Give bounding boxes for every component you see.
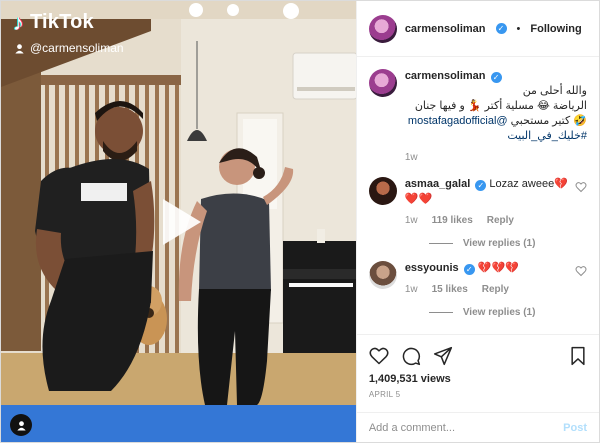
header-separator: •: [516, 22, 521, 35]
view-count[interactable]: 1,409,531 views: [369, 373, 587, 385]
verified-badge-icon: ✓: [495, 23, 507, 34]
user-icon: [15, 43, 24, 54]
caption-mention-link[interactable]: @mostafagadofficial: [408, 115, 508, 127]
view-replies-button[interactable]: View replies (1): [428, 238, 587, 249]
video-player[interactable]: ♪ TikTok @carmensoliman: [1, 1, 356, 442]
reply-button[interactable]: Reply: [487, 213, 514, 228]
caption-line-3: 🤣 كتير مستحبي @mostafagadofficial: [405, 114, 587, 129]
comment-likes[interactable]: 119 likes: [432, 213, 473, 228]
view-replies-divider: [428, 243, 453, 244]
caption-line-3-text: 🤣 كتير مستحبي: [510, 115, 587, 127]
comment-username[interactable]: essyounis: [405, 262, 459, 274]
post-button[interactable]: Post: [563, 422, 587, 434]
following-button[interactable]: Following: [530, 23, 581, 35]
comment-icon[interactable]: [401, 346, 421, 366]
view-replies-label: View replies (1): [462, 307, 536, 318]
view-replies-label: View replies (1): [462, 238, 536, 249]
caption: carmensoliman ✓ والله أحلى من الرياضة 😂 …: [368, 69, 587, 165]
post-date[interactable]: APRIL 5: [369, 390, 587, 399]
reply-button[interactable]: Reply: [482, 282, 509, 297]
comment-time[interactable]: 1w: [405, 213, 418, 228]
comment-time[interactable]: 1w: [405, 282, 418, 297]
caption-username[interactable]: carmensoliman: [405, 70, 486, 82]
tiktok-handle: @carmensoliman: [14, 41, 124, 55]
instagram-post-modal: ♪ TikTok @carmensoliman carmensoliman ✓: [0, 0, 600, 443]
comment-likes[interactable]: 15 likes: [432, 282, 468, 297]
comment-text-line-2: ❤️❤️: [404, 193, 433, 205]
play-icon[interactable]: [159, 197, 203, 247]
comment-composer: Post: [356, 412, 599, 442]
post-actions: 1,409,531 views APRIL 5: [356, 334, 599, 412]
verified-badge-icon: ✓: [490, 72, 502, 83]
caption-meta: 1w: [405, 150, 587, 165]
avatar[interactable]: [368, 69, 397, 97]
action-icons-row: [369, 341, 587, 371]
view-replies-divider: [428, 312, 453, 313]
caption-hashtag-link[interactable]: #خليك_في_البيت: [405, 129, 587, 144]
header-username[interactable]: carmensoliman: [405, 23, 486, 35]
avatar[interactable]: [368, 14, 397, 43]
post-header: carmensoliman ✓ • Following: [356, 1, 599, 57]
comments-list[interactable]: carmensoliman ✓ والله أحلى من الرياضة 😂 …: [357, 57, 599, 334]
share-icon[interactable]: [433, 346, 453, 366]
caption-line-1: والله أحلى من: [522, 85, 587, 97]
post-side-panel: carmensoliman ✓ • Following carmensolima…: [355, 1, 599, 442]
user-tags-button[interactable]: [10, 414, 32, 436]
bookmark-icon[interactable]: [569, 346, 587, 366]
comment-username[interactable]: asmaa_galal: [405, 178, 470, 190]
comment-item: asmaa_galal ✓ Lozaz aweee💔 ❤️❤️ 1w 119 l…: [368, 177, 587, 228]
comment-text: Lozaz aweee💔: [489, 178, 568, 190]
tiktok-note-icon: ♪: [13, 9, 24, 35]
tiktok-handle-text: @carmensoliman: [30, 41, 124, 55]
comment-text: 💔💔💔: [477, 262, 519, 274]
comment-meta: 1w 15 likes Reply: [405, 282, 587, 297]
comment-meta: 1w 119 likes Reply: [405, 213, 587, 228]
comment-item: essyounis ✓ 💔💔💔 1w 15 likes Reply: [368, 261, 587, 297]
caption-time[interactable]: 1w: [405, 150, 418, 165]
comment-like-heart-icon[interactable]: [575, 181, 587, 193]
verified-badge-icon: ✓: [475, 180, 487, 191]
tiktok-logo: ♪ TikTok: [13, 11, 94, 34]
comment-like-heart-icon[interactable]: [575, 265, 587, 277]
comment-input[interactable]: [368, 421, 564, 434]
user-icon: [16, 420, 26, 431]
tiktok-brand-text: TikTok: [30, 11, 94, 33]
view-replies-button[interactable]: View replies (1): [428, 307, 587, 318]
verified-badge-icon: ✓: [463, 264, 475, 275]
caption-line-2: الرياضة 😂 مسلية أكتر 💃 و فيها جنان: [414, 100, 587, 112]
avatar[interactable]: [368, 177, 397, 205]
avatar[interactable]: [368, 261, 397, 289]
heart-icon[interactable]: [369, 346, 389, 366]
